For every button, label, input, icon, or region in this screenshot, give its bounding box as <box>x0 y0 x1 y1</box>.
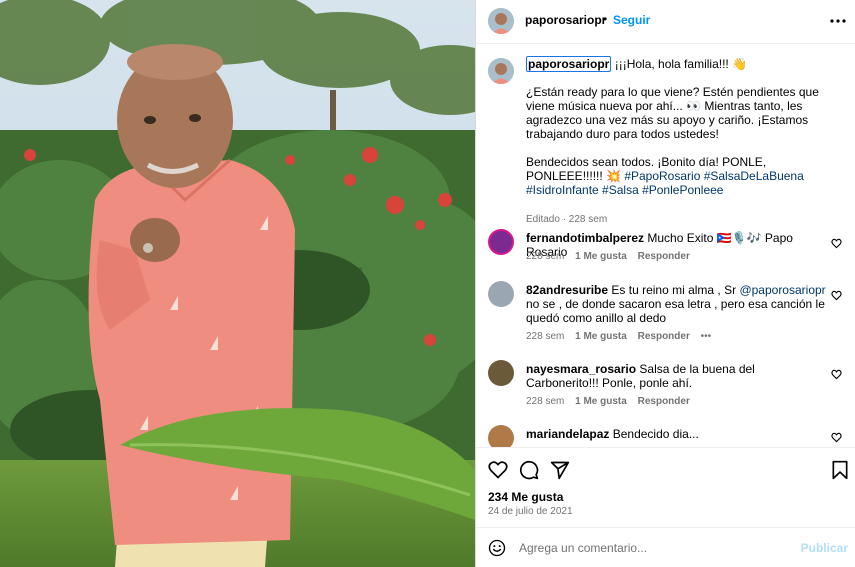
comment-time[interactable]: 228 sem <box>526 251 564 262</box>
comment-heart-icon[interactable] <box>831 290 842 301</box>
post-side-panel: paporosariopr • Seguir paporosariopr ¡¡¡… <box>475 0 855 567</box>
comment-input[interactable]: Agrega un comentario... <box>519 541 647 555</box>
header-avatar[interactable] <box>488 8 514 34</box>
caption-avatar[interactable] <box>488 58 514 84</box>
comment-avatar[interactable] <box>488 360 514 386</box>
comment-time[interactable]: 228 sem <box>526 396 564 407</box>
comment-meta: 228 sem 1 Me gusta Responder ••• <box>526 331 719 342</box>
comment-time[interactable]: 228 sem <box>526 331 564 342</box>
comment-icon[interactable] <box>519 460 539 480</box>
post-date[interactable]: 24 de julio de 2021 <box>488 506 573 517</box>
post-photo-illustration <box>0 0 475 567</box>
comment-body: Bendecido dia... <box>612 427 699 441</box>
comment-avatar[interactable] <box>488 425 514 447</box>
reply-button[interactable]: Responder <box>638 331 690 342</box>
reply-button[interactable]: Responder <box>638 396 690 407</box>
caption-line1: ¡¡¡Hola, hola familia!!! 👋 <box>614 57 748 71</box>
comment-text: mariandelapaz Bendecido dia... <box>526 427 826 441</box>
comment-avatar[interactable] <box>488 229 514 255</box>
save-icon[interactable] <box>830 460 850 480</box>
caption-paragraph-2: ¿Están ready para lo que viene? Estén pe… <box>526 85 819 141</box>
follow-button[interactable]: Seguir <box>613 13 650 27</box>
caption-username[interactable]: paporosariopr <box>526 56 612 72</box>
caption-paragraph-3: Bendecidos sean todos. ¡Bonito día! PONL… <box>526 155 826 197</box>
caption-meta: Editado · 228 sem <box>526 214 608 225</box>
likes-count[interactable]: 234 Me gusta <box>488 490 563 504</box>
emoji-icon[interactable] <box>488 539 506 557</box>
comments-area[interactable]: paporosariopr ¡¡¡Hola, hola familia!!! 👋… <box>476 45 855 447</box>
post-modal: paporosariopr • Seguir paporosariopr ¡¡¡… <box>0 0 855 567</box>
comment-likes[interactable]: 1 Me gusta <box>575 331 627 342</box>
post-photo[interactable] <box>0 0 475 567</box>
comment-meta: 228 sem 1 Me gusta Responder <box>526 251 698 262</box>
more-icon[interactable] <box>828 11 848 31</box>
publish-button[interactable]: Publicar <box>801 541 848 555</box>
caption-text: paporosariopr ¡¡¡Hola, hola familia!!! 👋… <box>526 56 826 197</box>
heart-icon[interactable] <box>488 460 508 480</box>
post-actions: 234 Me gusta 24 de julio de 2021 <box>476 447 855 527</box>
comment-more-icon[interactable]: ••• <box>701 331 712 342</box>
header-separator: • <box>603 12 608 26</box>
comment-mention[interactable]: @paporosariopr <box>739 283 825 297</box>
comment-heart-icon[interactable] <box>831 238 842 249</box>
post-header: paporosariopr • Seguir <box>476 0 855 44</box>
header-username[interactable]: paporosariopr <box>525 13 606 27</box>
comment-likes[interactable]: 1 Me gusta <box>575 251 627 262</box>
comment-composer: Agrega un comentario... Publicar <box>476 527 855 567</box>
comment-username[interactable]: 82andresuribe <box>526 283 608 297</box>
comment-likes[interactable]: 1 Me gusta <box>575 396 627 407</box>
comment-username[interactable]: mariandelapaz <box>526 427 609 441</box>
comment-heart-icon[interactable] <box>831 369 842 380</box>
comment-username[interactable]: nayesmara_rosario <box>526 362 636 376</box>
reply-button[interactable]: Responder <box>638 251 690 262</box>
comment-username[interactable]: fernandotimbalperez <box>526 231 644 245</box>
comment-heart-icon[interactable] <box>831 432 842 443</box>
comment-body-start: Es tu reino mi alma , Sr <box>611 283 740 297</box>
comment-text: nayesmara_rosario Salsa de la buena del … <box>526 362 826 390</box>
comment-avatar[interactable] <box>488 281 514 307</box>
share-icon[interactable] <box>550 460 570 480</box>
comment-meta: 228 sem 1 Me gusta Responder <box>526 396 698 407</box>
comment-text: 82andresuribe Es tu reino mi alma , Sr @… <box>526 283 826 325</box>
comment-body-end: no se , de donde sacaron esa letra , per… <box>526 297 825 325</box>
